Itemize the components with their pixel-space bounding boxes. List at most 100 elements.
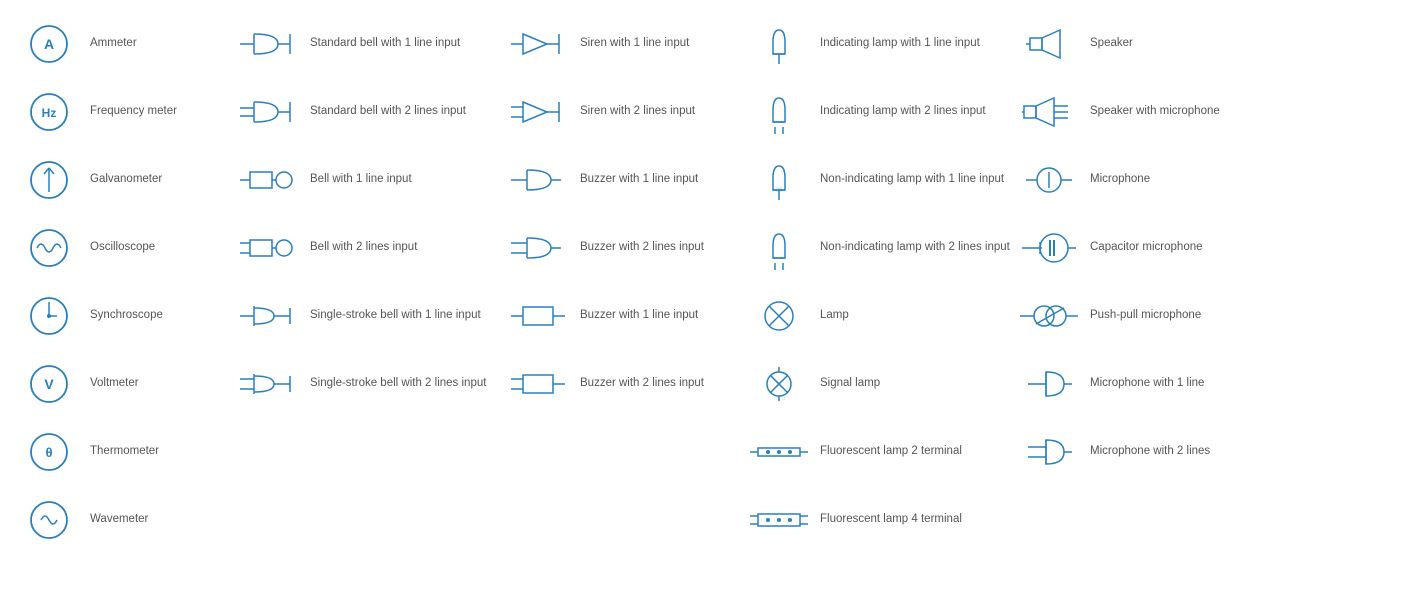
symbol-bell-1 [238, 158, 300, 202]
item-bell-1: Bell with 1 line input [234, 146, 504, 214]
label-speaker-mic: Speaker with microphone [1090, 104, 1320, 120]
symbol-frequency: Hz [18, 90, 80, 134]
item-siren-2: Siren with 2 lines input [504, 78, 744, 146]
item-non-ind-lamp-1: Non-indicating lamp with 1 line input [744, 146, 1014, 214]
symbol-siren-1 [508, 22, 570, 66]
symbol-ind-lamp-1 [748, 22, 810, 66]
label-synchroscope: Synchroscope [90, 308, 230, 324]
column-bells: Standard bell with 1 line input Standard… [234, 10, 504, 554]
symbol-mic-2 [1018, 430, 1080, 474]
item-speaker: Speaker [1014, 10, 1324, 78]
item-frequency: Hz Frequency meter [14, 78, 234, 146]
symbol-synchroscope [18, 294, 80, 338]
item-speaker-mic: Speaker with microphone [1014, 78, 1324, 146]
item-lamp: Lamp [744, 282, 1014, 350]
main-grid: A Ammeter Hz Frequency meter [14, 10, 1398, 554]
item-fluor-lamp-2: Fluorescent lamp 2 terminal [744, 418, 1014, 486]
item-fluor-lamp-4: Fluorescent lamp 4 terminal [744, 486, 1014, 554]
item-push-pull-mic: Push-pull microphone [1014, 282, 1324, 350]
item-buzzer-box-2: Buzzer with 2 lines input [504, 350, 744, 418]
item-non-ind-lamp-2: Non-indicating lamp with 2 lines input [744, 214, 1014, 282]
label-siren-1: Siren with 1 line input [580, 36, 740, 52]
symbol-galvanometer [18, 158, 80, 202]
svg-text:V: V [44, 376, 54, 392]
label-voltmeter: Voltmeter [90, 376, 230, 392]
item-buzzer-box-1: Buzzer with 1 line input [504, 282, 744, 350]
label-signal-lamp: Signal lamp [820, 376, 1010, 392]
label-bell-2: Bell with 2 lines input [310, 240, 500, 256]
column-speakers: Speaker Speaker with microphone [1014, 10, 1324, 554]
symbol-buzzer-2 [508, 226, 570, 270]
symbol-ind-lamp-2 [748, 90, 810, 134]
item-std-bell-1: Standard bell with 1 line input [234, 10, 504, 78]
label-non-ind-lamp-2: Non-indicating lamp with 2 lines input [820, 240, 1010, 256]
item-signal-lamp: Signal lamp [744, 350, 1014, 418]
item-synchroscope: Synchroscope [14, 282, 234, 350]
symbol-single-stroke-bell-2 [238, 362, 300, 406]
symbol-capacitor-mic [1018, 226, 1080, 270]
symbol-voltmeter: V [18, 362, 80, 406]
symbol-non-ind-lamp-2 [748, 226, 810, 270]
symbol-buzzer-box-1 [508, 294, 570, 338]
label-ind-lamp-2: Indicating lamp with 2 lines input [820, 104, 1010, 120]
symbol-std-bell-2 [238, 90, 300, 134]
item-std-bell-2: Standard bell with 2 lines input [234, 78, 504, 146]
label-capacitor-mic: Capacitor microphone [1090, 240, 1320, 256]
label-buzzer-1: Buzzer with 1 line input [580, 172, 740, 188]
item-ind-lamp-1: Indicating lamp with 1 line input [744, 10, 1014, 78]
item-mic-2: Microphone with 2 lines [1014, 418, 1324, 486]
item-capacitor-mic: Capacitor microphone [1014, 214, 1324, 282]
label-mic-2: Microphone with 2 lines [1090, 444, 1320, 460]
item-single-stroke-bell-2: Single-stroke bell with 2 lines input [234, 350, 504, 418]
label-siren-2: Siren with 2 lines input [580, 104, 740, 120]
label-wavemeter: Wavemeter [90, 512, 230, 528]
label-fluor-lamp-2: Fluorescent lamp 2 terminal [820, 444, 1010, 460]
column-meters: A Ammeter Hz Frequency meter [14, 10, 234, 554]
symbol-fluor-lamp-4 [748, 498, 810, 542]
svg-text:A: A [44, 36, 54, 52]
item-buzzer-1: Buzzer with 1 line input [504, 146, 744, 214]
item-microphone: Microphone [1014, 146, 1324, 214]
label-buzzer-2: Buzzer with 2 lines input [580, 240, 740, 256]
symbol-push-pull-mic [1018, 294, 1080, 338]
item-mic-1: Microphone with 1 line [1014, 350, 1324, 418]
symbol-mic-1 [1018, 362, 1080, 406]
symbol-buzzer-box-2 [508, 362, 570, 406]
symbol-speaker-mic [1018, 90, 1080, 134]
label-fluor-lamp-4: Fluorescent lamp 4 terminal [820, 512, 1010, 528]
symbol-wavemeter [18, 498, 80, 542]
symbol-signal-lamp [748, 362, 810, 406]
item-buzzer-2: Buzzer with 2 lines input [504, 214, 744, 282]
label-frequency: Frequency meter [90, 104, 230, 120]
label-mic-1: Microphone with 1 line [1090, 376, 1320, 392]
svg-text:Hz: Hz [42, 106, 57, 120]
label-ammeter: Ammeter [90, 36, 230, 52]
symbol-lamp [748, 294, 810, 338]
item-ammeter: A Ammeter [14, 10, 234, 78]
label-speaker: Speaker [1090, 36, 1320, 52]
label-std-bell-1: Standard bell with 1 line input [310, 36, 500, 52]
label-non-ind-lamp-1: Non-indicating lamp with 1 line input [820, 172, 1010, 188]
symbol-std-bell-1 [238, 22, 300, 66]
label-single-stroke-bell-1: Single-stroke bell with 1 line input [310, 308, 500, 324]
symbol-non-ind-lamp-1 [748, 158, 810, 202]
symbol-single-stroke-bell-1 [238, 294, 300, 338]
label-thermometer: Thermometer [90, 444, 230, 460]
symbol-buzzer-1 [508, 158, 570, 202]
item-single-stroke-bell-1: Single-stroke bell with 1 line input [234, 282, 504, 350]
symbol-bell-2 [238, 226, 300, 270]
label-ind-lamp-1: Indicating lamp with 1 line input [820, 36, 1010, 52]
item-ind-lamp-2: Indicating lamp with 2 lines input [744, 78, 1014, 146]
item-thermometer: θ Thermometer [14, 418, 234, 486]
symbol-fluor-lamp-2 [748, 430, 810, 474]
label-microphone: Microphone [1090, 172, 1320, 188]
item-wavemeter: Wavemeter [14, 486, 234, 554]
item-voltmeter: V Voltmeter [14, 350, 234, 418]
label-oscilloscope: Oscilloscope [90, 240, 230, 256]
label-lamp: Lamp [820, 308, 1010, 324]
symbol-thermometer: θ [18, 430, 80, 474]
label-galvanometer: Galvanometer [90, 172, 230, 188]
item-galvanometer: Galvanometer [14, 146, 234, 214]
svg-text:θ: θ [45, 445, 52, 460]
item-siren-1: Siren with 1 line input [504, 10, 744, 78]
